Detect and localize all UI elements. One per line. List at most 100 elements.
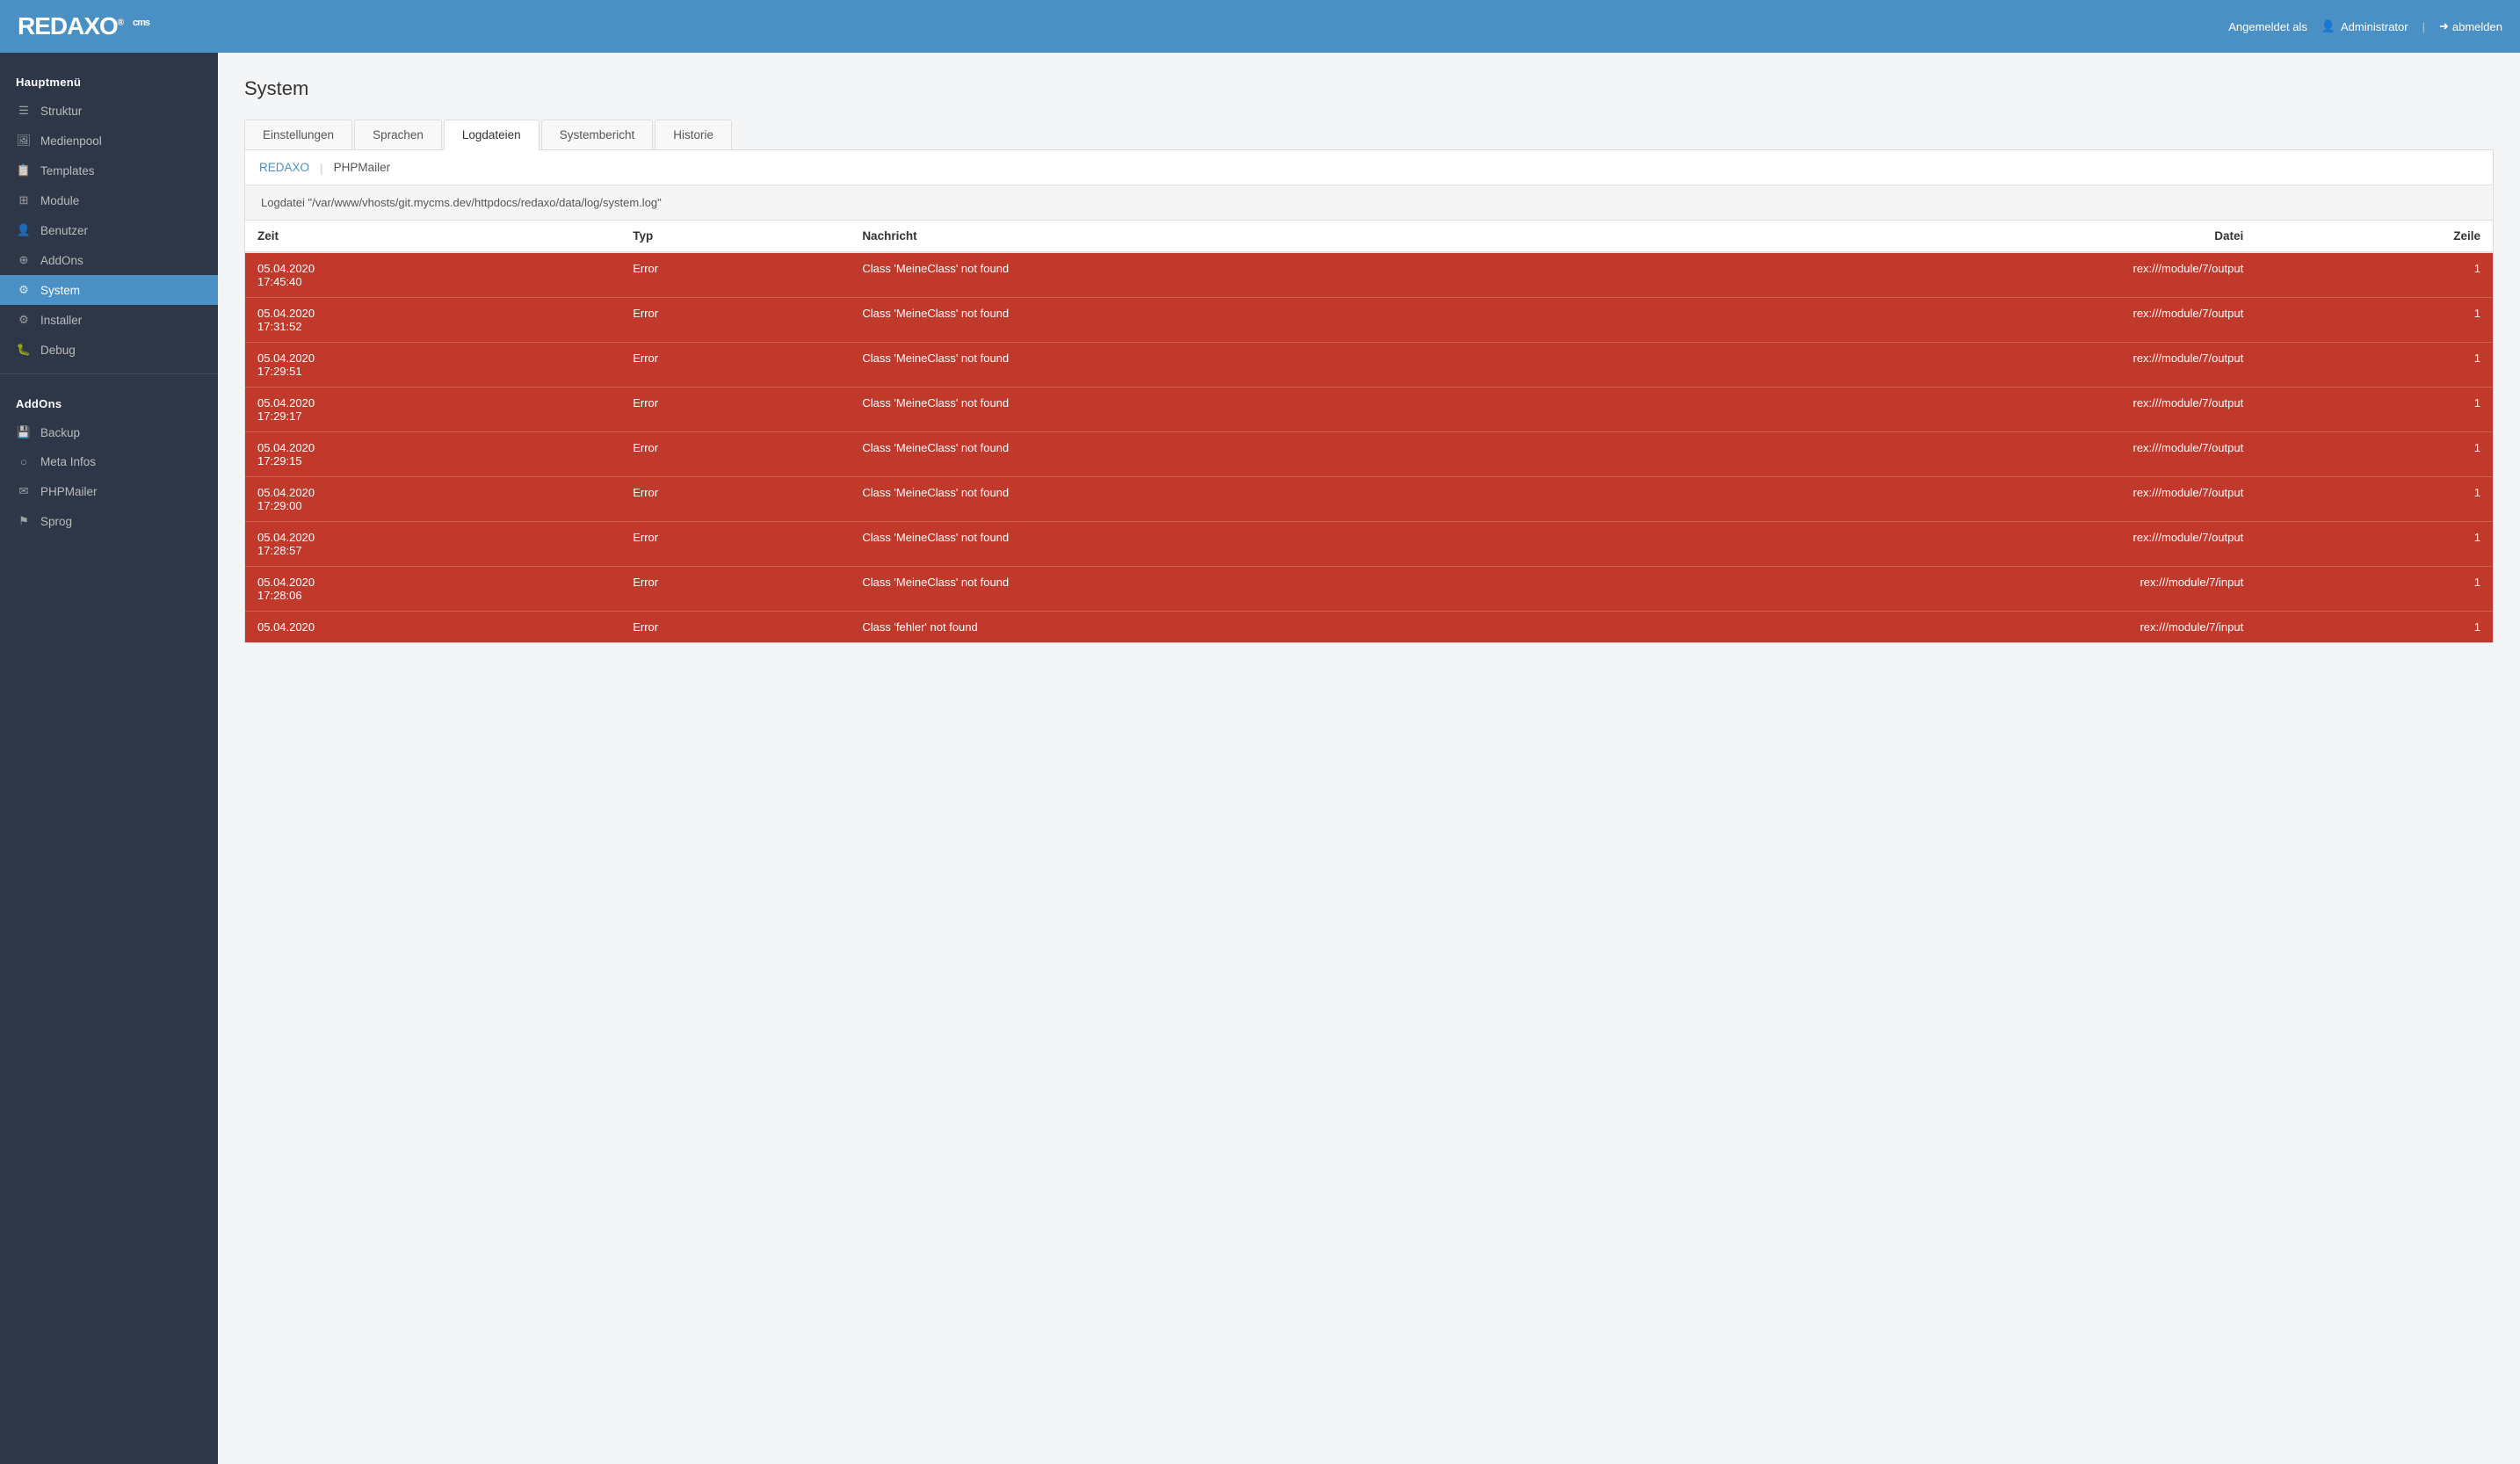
sidebar: Hauptmenü ☰ Struktur 🖼Medienpool📋Templates…	[0, 53, 218, 1464]
sub-tab-phpmailer[interactable]: PHPMailer	[334, 159, 391, 176]
templates-icon: 📋	[16, 163, 32, 178]
log-path: Logdatei "/var/www/vhosts/git.mycms.dev/…	[245, 185, 2493, 221]
logo-text: REDAXO® cms	[18, 12, 149, 40]
col-datei: Datei	[1636, 221, 2256, 252]
sidebar-label-medienpool: Medienpool	[40, 134, 102, 148]
cell-nachricht: Class 'MeineClass' not found	[850, 388, 1635, 432]
sidebar-label-phpmailer: PHPMailer	[40, 485, 98, 498]
cell-datei: rex:///module/7/output	[1636, 522, 2256, 567]
cell-zeit: 05.04.2020 17:31:52	[245, 298, 620, 343]
sidebar-label-backup: Backup	[40, 426, 80, 439]
cell-zeit: 05.04.2020 17:29:00	[245, 477, 620, 522]
cell-datei: rex:///module/7/output	[1636, 343, 2256, 388]
sub-tabs: REDAXO | PHPMailer	[245, 150, 2493, 185]
sidebar-item-module[interactable]: ⊞ Module	[0, 185, 218, 215]
sidebar-item-benutzer[interactable]: 👤Benutzer	[0, 215, 218, 245]
cell-typ: Error	[620, 252, 850, 298]
sidebar-item-sprog[interactable]: ⚑Sprog	[0, 506, 218, 536]
tab-einstellungen[interactable]: Einstellungen	[244, 120, 352, 149]
layout: Hauptmenü ☰ Struktur 🖼Medienpool📋Templates…	[0, 53, 2520, 1464]
cell-typ: Error	[620, 343, 850, 388]
sub-tab-redaxo[interactable]: REDAXO	[259, 159, 309, 176]
cell-zeile: 1	[2256, 343, 2493, 388]
sidebar-label-module: Module	[40, 194, 79, 207]
logo-reg: ®	[118, 18, 123, 28]
cell-nachricht: Class 'MeineClass' not found	[850, 477, 1635, 522]
table-row: 05.04.2020 17:29:17 Error Class 'MeineCl…	[245, 388, 2493, 432]
sidebar-item-struktur[interactable]: ☰ Struktur	[0, 96, 218, 126]
header-divider: |	[2422, 20, 2425, 33]
cell-nachricht: Class 'MeineClass' not found	[850, 432, 1635, 477]
user-icon: 👤	[2321, 19, 2335, 33]
cell-zeile: 1	[2256, 612, 2493, 643]
sidebar-label-benutzer: Benutzer	[40, 224, 88, 237]
cell-zeit: 05.04.2020 17:29:17	[245, 388, 620, 432]
sidebar-item-installer[interactable]: ⚙Installer	[0, 305, 218, 335]
logged-in-label: Angemeldet als	[2228, 20, 2307, 33]
struktur-icon: ☰	[16, 104, 32, 118]
sprog-icon: ⚑	[16, 514, 32, 528]
cell-typ: Error	[620, 477, 850, 522]
tab-sprachen[interactable]: Sprachen	[354, 120, 442, 149]
table-row: 05.04.2020 17:31:52 Error Class 'MeineCl…	[245, 298, 2493, 343]
cell-zeile: 1	[2256, 567, 2493, 612]
logout-label: abmelden	[2452, 20, 2502, 33]
tabs: EinstellungenSprachenLogdateienSystember…	[244, 120, 2494, 150]
logout-icon: ➜	[2439, 19, 2449, 33]
main-menu-title: Hauptmenü	[0, 62, 218, 96]
sidebar-item-debug[interactable]: 🐛Debug	[0, 335, 218, 365]
sidebar-item-medienpool[interactable]: 🖼Medienpool	[0, 126, 218, 156]
cell-nachricht: Class 'MeineClass' not found	[850, 252, 1635, 298]
cell-typ: Error	[620, 388, 850, 432]
cell-typ: Error	[620, 522, 850, 567]
logout-button[interactable]: ➜ abmelden	[2439, 19, 2502, 33]
cell-typ: Error	[620, 298, 850, 343]
cell-nachricht: Class 'fehler' not found	[850, 612, 1635, 643]
table-row: 05.04.2020 17:29:15 Error Class 'MeineCl…	[245, 432, 2493, 477]
cell-nachricht: Class 'MeineClass' not found	[850, 567, 1635, 612]
sidebar-item-templates[interactable]: 📋Templates	[0, 156, 218, 185]
tab-logdateien[interactable]: Logdateien	[444, 120, 539, 150]
table-row: 05.04.2020 17:29:00 Error Class 'MeineCl…	[245, 477, 2493, 522]
sidebar-item-system[interactable]: ⚙System	[0, 275, 218, 305]
module-icon: ⊞	[16, 193, 32, 207]
addons-title: AddOns	[0, 383, 218, 417]
page-title: System	[244, 77, 2494, 100]
sidebar-label-struktur: Struktur	[40, 105, 82, 118]
phpmailer-icon: ✉	[16, 484, 32, 498]
col-nachricht: Nachricht	[850, 221, 1635, 252]
cell-datei: rex:///module/7/input	[1636, 567, 2256, 612]
sidebar-item-phpmailer[interactable]: ✉ PHPMailer	[0, 476, 218, 506]
col-zeile: Zeile	[2256, 221, 2493, 252]
sidebar-item-meta-infos[interactable]: ○Meta Infos	[0, 447, 218, 476]
sidebar-item-backup[interactable]: 💾 Backup	[0, 417, 218, 447]
sub-tab-divider: |	[320, 161, 323, 175]
cell-typ: Error	[620, 567, 850, 612]
sidebar-label-meta-infos: Meta Infos	[40, 455, 96, 468]
cell-datei: rex:///module/7/input	[1636, 612, 2256, 643]
installer-icon: ⚙	[16, 313, 32, 327]
cell-zeile: 1	[2256, 252, 2493, 298]
cell-typ: Error	[620, 612, 850, 643]
backup-icon: 💾	[16, 425, 32, 439]
cell-zeile: 1	[2256, 388, 2493, 432]
system-icon: ⚙	[16, 283, 32, 297]
cell-zeit: 05.04.2020 17:29:15	[245, 432, 620, 477]
cell-datei: rex:///module/7/output	[1636, 432, 2256, 477]
cell-nachricht: Class 'MeineClass' not found	[850, 343, 1635, 388]
log-table: Zeit Typ Nachricht Datei Zeile 05.04.202…	[245, 221, 2493, 642]
table-row: 05.04.2020 17:45:40 Error Class 'MeineCl…	[245, 252, 2493, 298]
header-user: 👤 Administrator	[2321, 19, 2408, 33]
cell-zeile: 1	[2256, 477, 2493, 522]
tab-historie[interactable]: Historie	[655, 120, 732, 149]
table-row: 05.04.2020 17:28:57 Error Class 'MeineCl…	[245, 522, 2493, 567]
addons-icon: ⊕	[16, 253, 32, 267]
sidebar-item-addons[interactable]: ⊕AddOns	[0, 245, 218, 275]
tab-systembericht[interactable]: Systembericht	[541, 120, 654, 149]
cell-datei: rex:///module/7/output	[1636, 388, 2256, 432]
log-tbody: 05.04.2020 17:45:40 Error Class 'MeineCl…	[245, 252, 2493, 642]
col-zeit: Zeit	[245, 221, 620, 252]
table-row: 05.04.2020 17:29:51 Error Class 'MeineCl…	[245, 343, 2493, 388]
debug-icon: 🐛	[16, 343, 32, 357]
cell-nachricht: Class 'MeineClass' not found	[850, 522, 1635, 567]
